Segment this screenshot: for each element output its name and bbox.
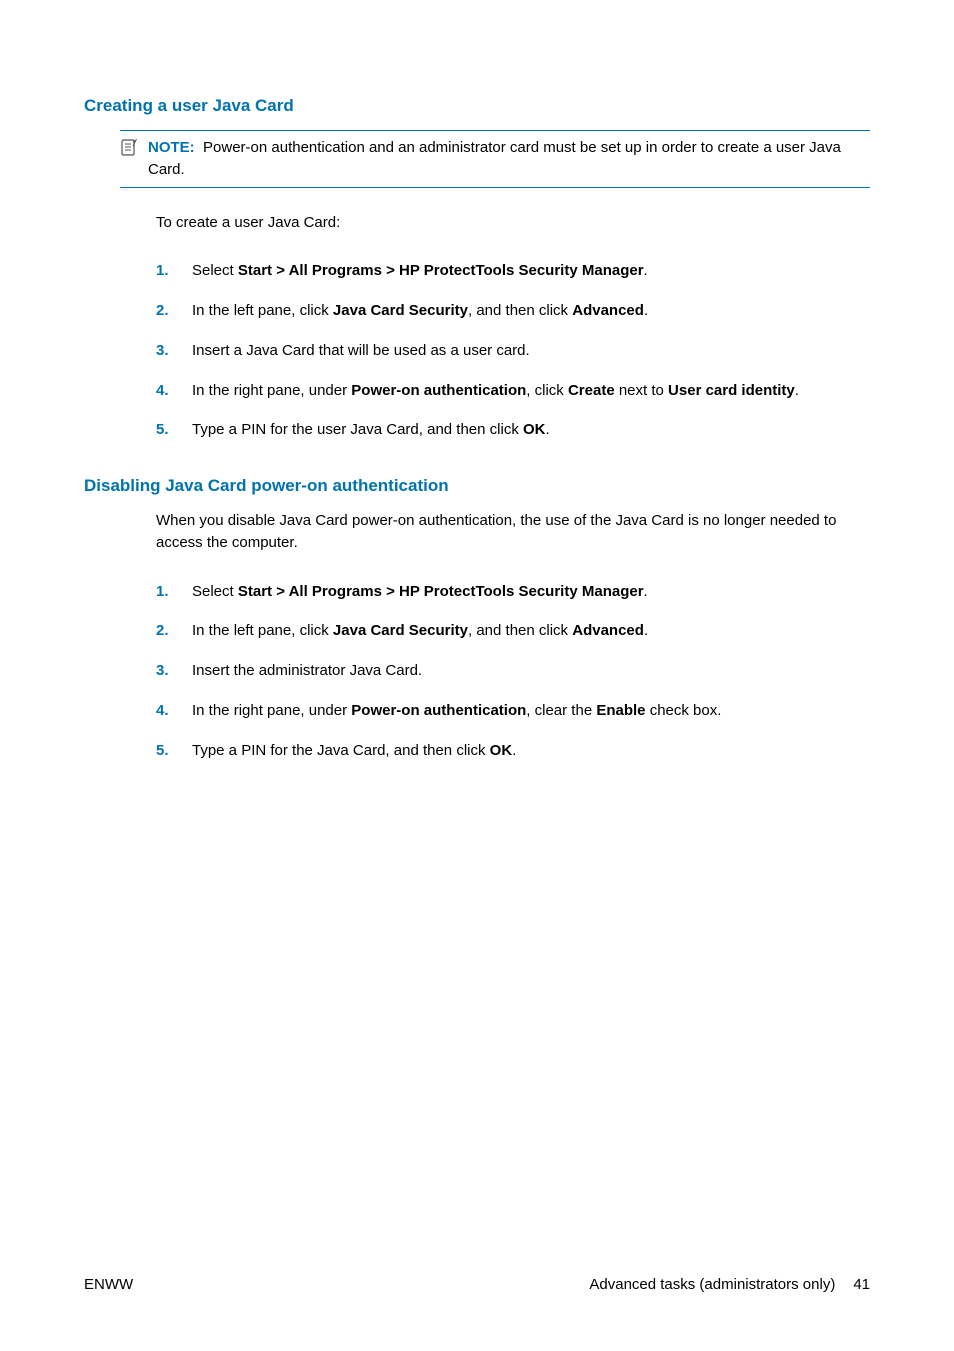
step-number: 1. xyxy=(156,581,192,603)
step-text: In the left pane, click Java Card Securi… xyxy=(192,300,870,322)
note-icon xyxy=(120,139,138,164)
step-number: 3. xyxy=(156,660,192,682)
section-heading: Creating a user Java Card xyxy=(84,96,870,116)
note-block: NOTE: Power-on authentication and an adm… xyxy=(120,130,870,188)
step-number: 4. xyxy=(156,700,192,722)
note-body: Power-on authentication and an administr… xyxy=(148,139,841,178)
step-text: Type a PIN for the user Java Card, and t… xyxy=(192,419,870,441)
section-heading: Disabling Java Card power-on authenticat… xyxy=(84,476,870,496)
list-item: 5. Type a PIN for the Java Card, and the… xyxy=(156,731,870,771)
steps-list: 1. Select Start > All Programs > HP Prot… xyxy=(156,572,870,771)
step-number: 2. xyxy=(156,300,192,322)
list-item: 4. In the right pane, under Power-on aut… xyxy=(156,371,870,411)
page-footer: ENWW Advanced tasks (administrators only… xyxy=(84,1276,870,1293)
note-label: NOTE: xyxy=(148,139,195,156)
intro-text: To create a user Java Card: xyxy=(156,212,870,234)
step-text: Insert a Java Card that will be used as … xyxy=(192,340,870,362)
step-number: 4. xyxy=(156,380,192,402)
step-text: Insert the administrator Java Card. xyxy=(192,660,870,682)
list-item: 3. Insert a Java Card that will be used … xyxy=(156,331,870,371)
list-item: 1. Select Start > All Programs > HP Prot… xyxy=(156,251,870,291)
page-number: 41 xyxy=(853,1276,870,1293)
list-item: 3. Insert the administrator Java Card. xyxy=(156,651,870,691)
list-item: 5. Type a PIN for the user Java Card, an… xyxy=(156,410,870,450)
note-text: NOTE: Power-on authentication and an adm… xyxy=(148,137,870,181)
list-item: 2. In the left pane, click Java Card Sec… xyxy=(156,291,870,331)
list-item: 2. In the left pane, click Java Card Sec… xyxy=(156,611,870,651)
list-item: 1. Select Start > All Programs > HP Prot… xyxy=(156,572,870,612)
step-number: 1. xyxy=(156,260,192,282)
footer-left: ENWW xyxy=(84,1276,133,1293)
step-text: In the left pane, click Java Card Securi… xyxy=(192,620,870,642)
step-number: 5. xyxy=(156,740,192,762)
step-number: 2. xyxy=(156,620,192,642)
step-number: 5. xyxy=(156,419,192,441)
steps-list: 1. Select Start > All Programs > HP Prot… xyxy=(156,251,870,450)
intro-text: When you disable Java Card power-on auth… xyxy=(156,510,870,554)
step-text: In the right pane, under Power-on authen… xyxy=(192,700,870,722)
step-text: In the right pane, under Power-on authen… xyxy=(192,380,870,402)
footer-section-title: Advanced tasks (administrators only) xyxy=(589,1276,835,1293)
footer-right: Advanced tasks (administrators only) 41 xyxy=(589,1276,870,1293)
step-number: 3. xyxy=(156,340,192,362)
step-text: Select Start > All Programs > HP Protect… xyxy=(192,260,870,282)
step-text: Select Start > All Programs > HP Protect… xyxy=(192,581,870,603)
step-text: Type a PIN for the Java Card, and then c… xyxy=(192,740,870,762)
list-item: 4. In the right pane, under Power-on aut… xyxy=(156,691,870,731)
